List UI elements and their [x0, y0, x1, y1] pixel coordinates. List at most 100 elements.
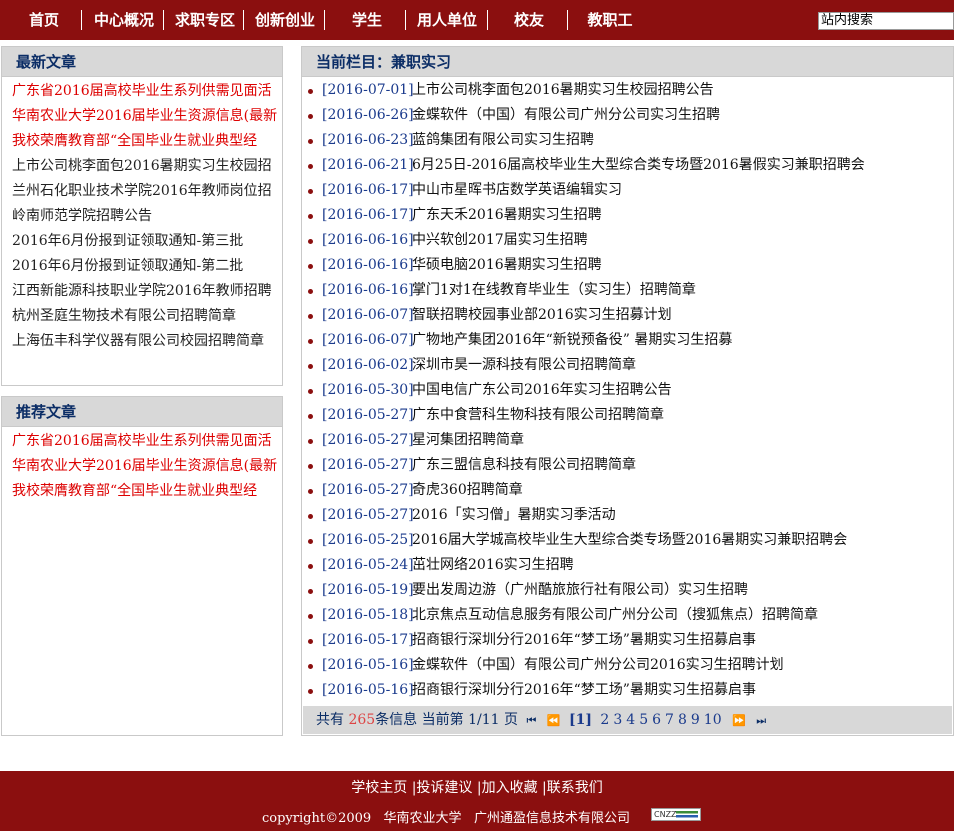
nav-home[interactable]: 首页: [18, 0, 70, 40]
list-item[interactable]: 兰州石化职业技术学院2016年教师岗位招: [12, 179, 280, 204]
article-title-link[interactable]: 星河集团招聘简章: [412, 428, 524, 453]
article-row[interactable]: [2016-06-07] 智联招聘校园事业部2016实习生招募计划: [302, 303, 953, 328]
article-title-link[interactable]: 2016届大学城高校毕业生大型综合类专场暨2016暑期实习兼职招聘会: [412, 528, 847, 553]
site-search-input[interactable]: 站内搜索: [818, 12, 954, 30]
page-number-link[interactable]: 8: [678, 706, 687, 734]
cnzz-badge-icon[interactable]: CNZZ: [651, 808, 701, 821]
page-number-link[interactable]: 6: [652, 706, 661, 734]
article-title-link[interactable]: 蓝鸽集团有限公司实习生招聘: [412, 128, 594, 153]
article-row[interactable]: [2016-06-16] 中兴软创2017届实习生招聘: [302, 228, 953, 253]
article-row[interactable]: [2016-05-24] 茁壮网络2016实习生招聘: [302, 553, 953, 578]
nav-students[interactable]: 学生: [340, 0, 394, 40]
list-item[interactable]: 广东省2016届高校毕业生系列供需见面活: [12, 79, 280, 104]
first-page-icon[interactable]: ⏮: [526, 707, 536, 735]
article-title-link[interactable]: 2016「实习僧」暑期实习季活动: [412, 503, 616, 528]
list-item[interactable]: 江西新能源科技职业学院2016年教师招聘: [12, 279, 280, 304]
article-title-link[interactable]: 招商银行深圳分行2016年“梦工场”暑期实习生招募启事: [412, 678, 756, 703]
article-row[interactable]: [2016-06-23] 蓝鸽集团有限公司实习生招聘: [302, 128, 953, 153]
recommended-articles-panel: 推荐文章 广东省2016届高校毕业生系列供需见面活 华南农业大学2016届毕业生…: [1, 396, 283, 736]
article-row[interactable]: [2016-06-16] 掌门1对1在线教育毕业生（实习生）招聘简章: [302, 278, 953, 303]
article-row[interactable]: [2016-06-21] 6月25日-2016届高校毕业生大型综合类专场暨2016…: [302, 153, 953, 178]
article-row[interactable]: [2016-06-02] 深圳市昊一源科技有限公司招聘简章: [302, 353, 953, 378]
article-row[interactable]: [2016-06-07] 广物地产集团2016年“新锐预备役” 暑期实习生招募: [302, 328, 953, 353]
article-row[interactable]: [2016-06-17] 广东天禾2016暑期实习生招聘: [302, 203, 953, 228]
article-row[interactable]: [2016-05-16] 金蝶软件（中国）有限公司广州分公司2016实习生招聘计划: [302, 653, 953, 678]
bullet-icon: [308, 614, 313, 619]
list-item[interactable]: 上海伍丰科学仪器有限公司校园招聘简章: [12, 329, 280, 354]
article-row[interactable]: [2016-05-27] 广东中食营科生物科技有限公司招聘简章: [302, 403, 953, 428]
article-row[interactable]: [2016-06-16] 华硕电脑2016暑期实习生招聘: [302, 253, 953, 278]
footer-link-feedback[interactable]: |投诉建议: [412, 780, 473, 796]
recommended-articles-list: 广东省2016届高校毕业生系列供需见面活 华南农业大学2016届毕业生资源信息(…: [2, 427, 282, 504]
article-row[interactable]: [2016-05-27] 奇虎360招聘简章: [302, 478, 953, 503]
article-row[interactable]: [2016-05-27] 星河集团招聘简章: [302, 428, 953, 453]
page-number-link[interactable]: 10: [704, 706, 722, 734]
article-row[interactable]: [2016-05-25] 2016届大学城高校毕业生大型综合类专场暨2016暑期实…: [302, 528, 953, 553]
list-item[interactable]: 我校荣膺教育部“全国毕业生就业典型经: [12, 479, 280, 504]
next-page-icon[interactable]: ⏩: [732, 707, 746, 735]
nav-alumni[interactable]: 校友: [502, 0, 556, 40]
article-row[interactable]: [2016-05-18] 北京焦点互动信息服务有限公司广州分公司（搜狐焦点）招聘简…: [302, 603, 953, 628]
last-page-icon[interactable]: ⏭: [756, 707, 766, 735]
page-number-link[interactable]: 9: [691, 706, 700, 734]
page-number-link[interactable]: 5: [639, 706, 648, 734]
article-row[interactable]: [2016-05-19] 要出发周边游（广州酷旅旅行社有限公司）实习生招聘: [302, 578, 953, 603]
nav-faculty[interactable]: 教职工: [582, 0, 638, 40]
article-row[interactable]: [2016-07-01] 上市公司桃李面包2016暑期实习生校园招聘公告: [302, 78, 953, 103]
article-title-link[interactable]: 广东中食营科生物科技有限公司招聘简章: [412, 403, 664, 428]
article-row[interactable]: [2016-05-27] 2016「实习僧」暑期实习季活动: [302, 503, 953, 528]
article-title-link[interactable]: 掌门1对1在线教育毕业生（实习生）招聘简章: [412, 278, 696, 303]
nav-innovation[interactable]: 创新创业: [252, 0, 318, 40]
page-number-link[interactable]: 4: [626, 706, 635, 734]
nav-separator: [405, 10, 406, 30]
article-title-link[interactable]: 广东天禾2016暑期实习生招聘: [412, 203, 602, 228]
article-row[interactable]: [2016-06-26] 金蝶软件（中国）有限公司广州分公司实习生招聘: [302, 103, 953, 128]
list-item[interactable]: 上市公司桃李面包2016暑期实习生校园招: [12, 154, 280, 179]
prev-page-icon[interactable]: ⏪: [547, 707, 561, 735]
list-item[interactable]: 杭州圣庭生物技术有限公司招聘简章: [12, 304, 280, 329]
article-title-link[interactable]: 茁壮网络2016实习生招聘: [412, 553, 574, 578]
article-row[interactable]: [2016-06-17] 中山市星晖书店数学英语编辑实习: [302, 178, 953, 203]
article-row[interactable]: [2016-05-16] 招商银行深圳分行2016年“梦工场”暑期实习生招募启事: [302, 678, 953, 703]
footer-link-bookmark[interactable]: |加入收藏: [477, 780, 538, 796]
article-title-link[interactable]: 中山市星晖书店数学英语编辑实习: [412, 178, 622, 203]
cnzz-badge-label: CNZZ: [654, 810, 677, 819]
footer-link-contact[interactable]: |联系我们: [542, 780, 603, 796]
list-item[interactable]: 华南农业大学2016届毕业生资源信息(最新: [12, 104, 280, 129]
bullet-icon: [308, 539, 313, 544]
list-item[interactable]: 华南农业大学2016届毕业生资源信息(最新: [12, 454, 280, 479]
article-title-link[interactable]: 金蝶软件（中国）有限公司广州分公司2016实习生招聘计划: [412, 653, 784, 678]
article-row[interactable]: [2016-05-30] 中国电信广东公司2016年实习生招聘公告: [302, 378, 953, 403]
nav-job-seeking[interactable]: 求职专区: [172, 0, 238, 40]
article-title-link[interactable]: 上市公司桃李面包2016暑期实习生校园招聘公告: [412, 78, 714, 103]
page-number-link[interactable]: 7: [665, 706, 674, 734]
nav-center-overview[interactable]: 中心概况: [91, 0, 157, 40]
article-row[interactable]: [2016-05-27] 广东三盟信息科技有限公司招聘简章: [302, 453, 953, 478]
article-title-link[interactable]: 中兴软创2017届实习生招聘: [412, 228, 588, 253]
article-title-link[interactable]: 深圳市昊一源科技有限公司招聘简章: [412, 353, 636, 378]
nav-employers[interactable]: 用人单位: [414, 0, 480, 40]
footer-link-home[interactable]: 学校主页: [351, 780, 407, 796]
article-title-link[interactable]: 华硕电脑2016暑期实习生招聘: [412, 253, 602, 278]
article-title-link[interactable]: 奇虎360招聘简章: [412, 478, 523, 503]
list-item[interactable]: 广东省2016届高校毕业生系列供需见面活: [12, 429, 280, 454]
article-title-link[interactable]: 金蝶软件（中国）有限公司广州分公司实习生招聘: [412, 103, 720, 128]
list-item[interactable]: 2016年6月份报到证领取通知-第二批: [12, 254, 280, 279]
article-date: [2016-05-25]: [322, 532, 414, 548]
article-title-link[interactable]: 广东三盟信息科技有限公司招聘简章: [412, 453, 636, 478]
article-title-link[interactable]: 智联招聘校园事业部2016实习生招募计划: [412, 303, 672, 328]
list-item[interactable]: 岭南师范学院招聘公告: [12, 204, 280, 229]
page-number-link[interactable]: 3: [613, 706, 622, 734]
article-title-link[interactable]: 北京焦点互动信息服务有限公司广州分公司（搜狐焦点）招聘简章: [412, 603, 818, 628]
list-item[interactable]: 2016年6月份报到证领取通知-第三批: [12, 229, 280, 254]
article-title-link[interactable]: 6月25日-2016届高校毕业生大型综合类专场暨2016暑假实习兼职招聘会: [412, 153, 865, 178]
list-item[interactable]: 我校荣膺教育部“全国毕业生就业典型经: [12, 129, 280, 154]
article-title-link[interactable]: 招商银行深圳分行2016年“梦工场”暑期实习生招募启事: [412, 628, 756, 653]
article-row[interactable]: [2016-05-17] 招商银行深圳分行2016年“梦工场”暑期实习生招募启事: [302, 628, 953, 653]
article-title-link[interactable]: 要出发周边游（广州酷旅旅行社有限公司）实习生招聘: [412, 578, 748, 603]
article-date: [2016-05-30]: [322, 382, 414, 398]
article-title-link[interactable]: 广物地产集团2016年“新锐预备役” 暑期实习生招募: [412, 328, 732, 353]
article-title-link[interactable]: 中国电信广东公司2016年实习生招聘公告: [412, 378, 672, 403]
page-number-link[interactable]: 2: [600, 706, 609, 734]
bullet-icon: [308, 664, 313, 669]
